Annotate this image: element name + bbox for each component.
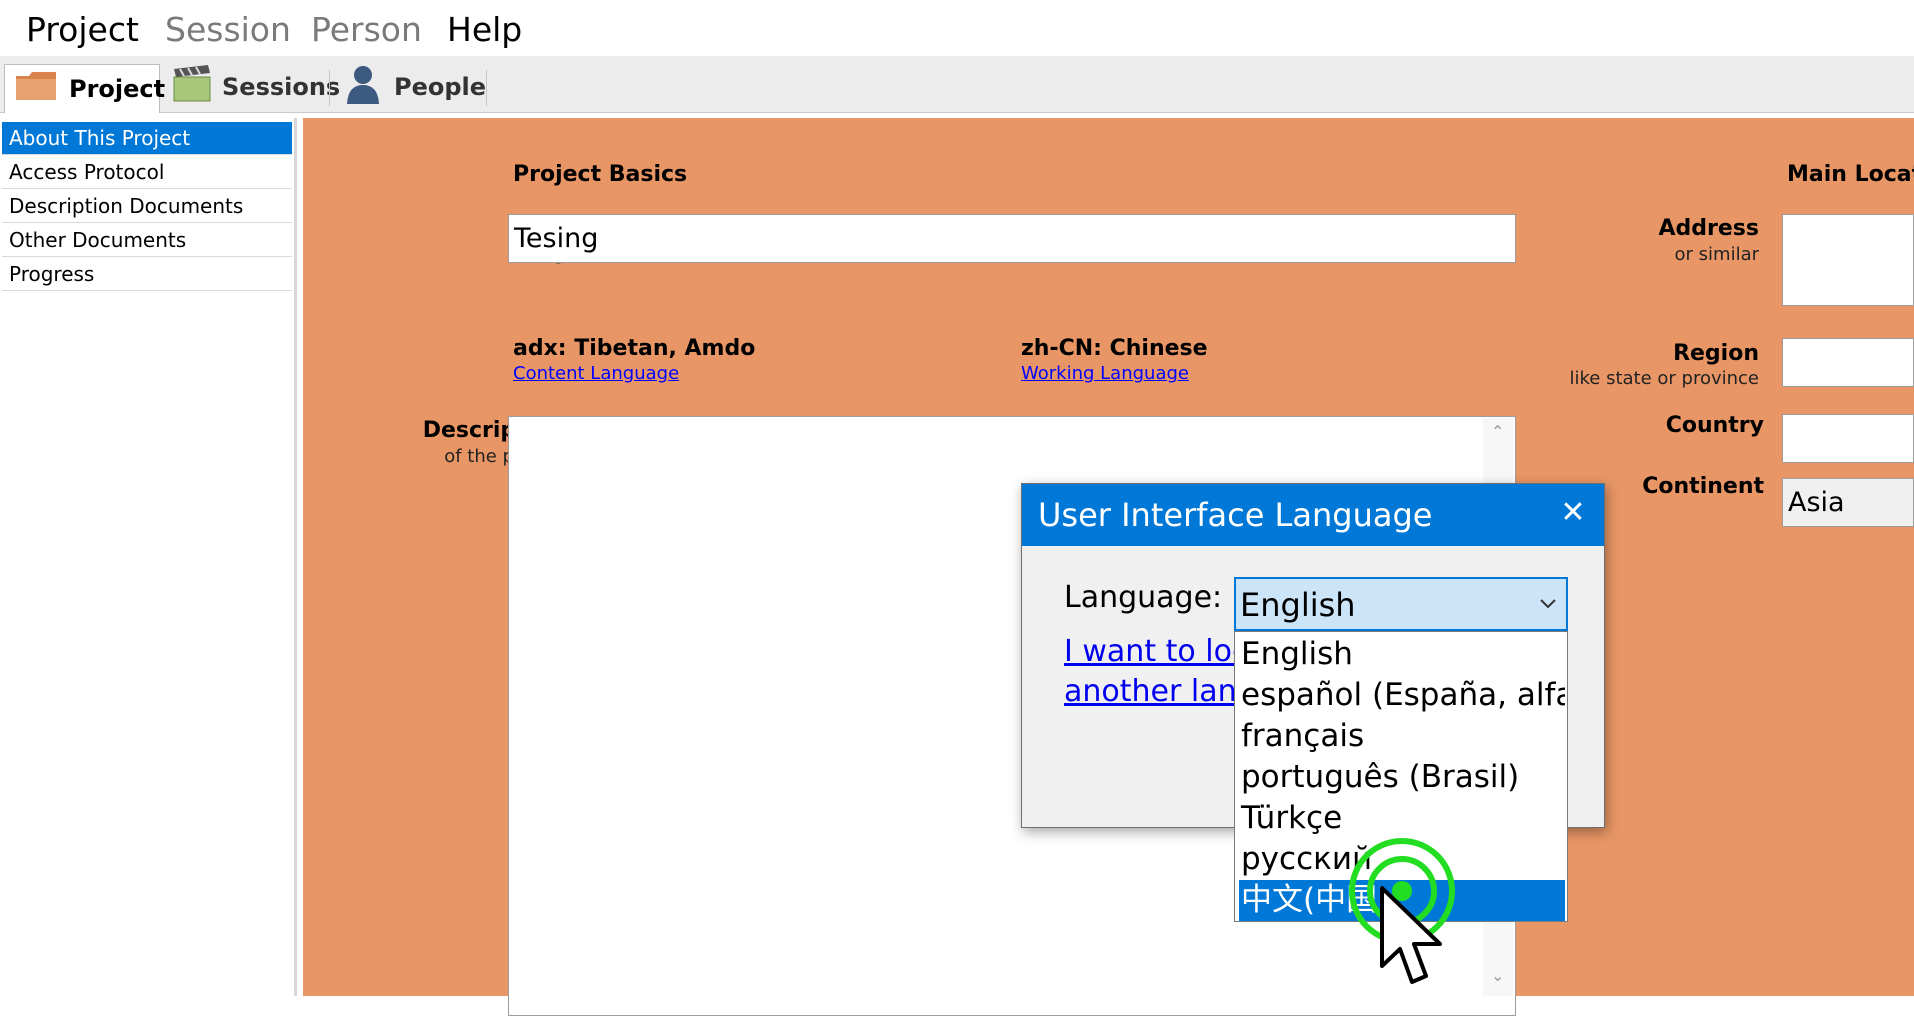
- sidebar-item-progress[interactable]: Progress: [2, 258, 292, 291]
- folder-icon: [15, 70, 57, 108]
- scroll-down-icon[interactable]: ⌄: [1491, 966, 1504, 985]
- working-language-link[interactable]: Working Language: [1021, 363, 1189, 384]
- language-option-english[interactable]: English: [1239, 634, 1565, 675]
- sidebar-item-access-protocol[interactable]: Access Protocol: [2, 156, 292, 189]
- menu-project[interactable]: Project: [26, 8, 139, 52]
- tab-separator: [329, 70, 330, 106]
- localize-link-line1[interactable]: I want to loc: [1064, 634, 1248, 669]
- menu-help[interactable]: Help: [447, 8, 522, 52]
- language-option-french[interactable]: français: [1239, 716, 1565, 757]
- person-icon: [346, 64, 380, 110]
- address-sublabel: or similar: [1674, 244, 1759, 265]
- chevron-down-icon[interactable]: [1538, 591, 1558, 615]
- sidebar-item-other-documents[interactable]: Other Documents: [2, 224, 292, 257]
- tab-project[interactable]: Project: [4, 64, 165, 113]
- continent-select[interactable]: Asia: [1782, 478, 1914, 527]
- tab-people-label: People: [394, 73, 487, 101]
- menu-bar: Project Session Person Help: [0, 0, 1914, 57]
- title-field[interactable]: Tesing: [508, 214, 1516, 263]
- dialog-titlebar: User Interface Language ✕: [1022, 484, 1604, 546]
- project-basics-heading: Project Basics: [513, 162, 688, 187]
- localize-link-line2[interactable]: another lan: [1064, 674, 1237, 709]
- region-sublabel: like state or province: [1569, 368, 1759, 389]
- sidebar-item-about[interactable]: About This Project: [2, 122, 292, 155]
- tab-sessions-label: Sessions: [222, 73, 341, 101]
- tab-sessions[interactable]: Sessions: [172, 64, 340, 110]
- language-option-portuguese[interactable]: português (Brasil): [1239, 757, 1565, 798]
- menu-session[interactable]: Session: [165, 8, 291, 52]
- sidebar: About This Project Access Protocol Descr…: [0, 118, 297, 996]
- country-label: Country: [1665, 413, 1764, 438]
- content-language-link[interactable]: Content Language: [513, 363, 679, 384]
- sidebar-item-description-documents[interactable]: Description Documents: [2, 190, 292, 223]
- clapperboard-icon: [172, 65, 212, 109]
- dialog-title: User Interface Language: [1038, 496, 1433, 534]
- working-language-value: zh-CN: Chinese: [1021, 336, 1208, 361]
- mouse-cursor-icon: [1380, 886, 1456, 996]
- menu-person[interactable]: Person: [311, 8, 422, 52]
- content-language-value: adx: Tibetan, Amdo: [513, 336, 756, 361]
- address-field[interactable]: [1782, 214, 1914, 306]
- tab-project-label: Project: [69, 75, 166, 103]
- language-label: Language:: [1064, 580, 1223, 615]
- close-icon[interactable]: ✕: [1557, 498, 1589, 530]
- tab-people[interactable]: People: [346, 64, 486, 110]
- language-combobox[interactable]: English: [1234, 577, 1568, 631]
- language-combobox-value: English: [1240, 586, 1356, 624]
- region-label: Region: [1673, 341, 1759, 366]
- country-field[interactable]: [1782, 414, 1914, 463]
- language-option-spanish[interactable]: español (España, alfab: [1239, 675, 1565, 716]
- region-field[interactable]: [1782, 338, 1914, 387]
- language-option-turkish[interactable]: Türkçe: [1239, 798, 1565, 839]
- main-location-heading: Main Locatio: [1787, 162, 1914, 187]
- tab-strip: Project Sessions People: [0, 56, 1914, 113]
- address-label: Address: [1658, 216, 1759, 241]
- tab-separator: [486, 70, 487, 106]
